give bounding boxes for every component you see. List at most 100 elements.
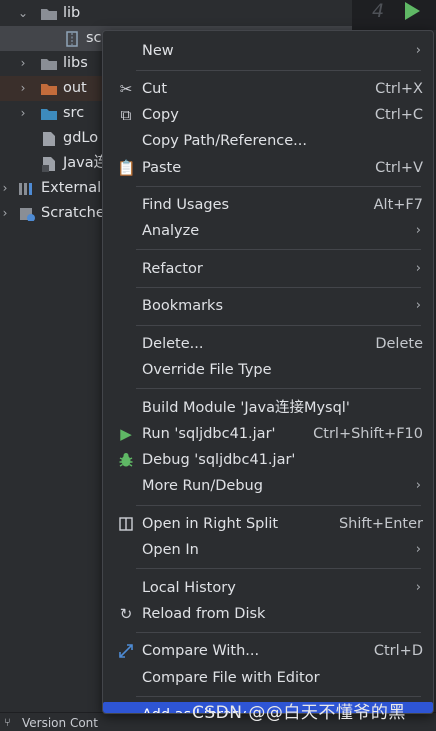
menu-item-label: Copy — [142, 107, 179, 123]
menu-item-label: Bookmarks — [142, 298, 224, 314]
chevron-right-icon[interactable]: › — [16, 51, 30, 76]
chevron-right-icon[interactable]: › — [0, 176, 12, 201]
version-control-label[interactable]: Version Cont — [22, 716, 98, 730]
menu-separator — [136, 325, 421, 326]
menu-item-label: Debug 'sqljdbc41.jar' — [142, 452, 296, 468]
chevron-right-icon: › — [415, 580, 421, 595]
menu-item-label: Delete... — [142, 336, 204, 352]
menu-item-label: Open In — [142, 542, 199, 558]
tab-count: 4 — [372, 0, 385, 22]
reload-icon: ↻ — [119, 605, 133, 623]
menu-item-label: Refactor — [142, 261, 203, 277]
folder-icon — [41, 59, 57, 70]
menu-item-label: Paste — [142, 160, 182, 176]
menu-item-refactor[interactable]: Refactor › — [107, 256, 429, 282]
menu-item-open-right-split[interactable]: Open in Right Split Shift+Enter — [107, 511, 429, 537]
clipboard-icon: 📋 — [117, 159, 136, 177]
chevron-right-icon: › — [415, 261, 421, 276]
chevron-right-icon: › — [415, 298, 421, 313]
menu-item-shortcut: Ctrl+D — [373, 643, 423, 659]
menu-separator — [136, 632, 421, 633]
folder-icon — [41, 9, 57, 20]
menu-item-label: Run 'sqljdbc41.jar' — [142, 426, 276, 442]
split-icon — [117, 511, 135, 539]
menu-item-delete[interactable]: Delete... Delete — [107, 331, 429, 357]
menu-item-shortcut: Ctrl+Shift+F10 — [313, 426, 423, 442]
menu-item-label: New — [142, 43, 174, 59]
menu-item-copy-path[interactable]: Copy Path/Reference... — [107, 128, 429, 154]
menu-item-label: Override File Type — [142, 362, 272, 378]
library-icon — [19, 183, 32, 195]
menu-item-analyze[interactable]: Analyze › — [107, 218, 429, 244]
chevron-right-icon: › — [415, 43, 421, 58]
chevron-right-icon[interactable]: › — [0, 201, 12, 226]
menu-item-build-module[interactable]: Build Module 'Java连接Mysql' — [107, 395, 429, 421]
version-control-icon[interactable]: ⑂ — [4, 716, 11, 729]
menu-item-label: Compare File with Editor — [142, 670, 320, 686]
chevron-right-icon[interactable]: › — [16, 76, 30, 101]
menu-item-compare-with[interactable]: Compare With... Ctrl+D — [107, 638, 429, 664]
jar-file-icon — [66, 31, 78, 47]
menu-item-shortcut: Alt+F7 — [373, 197, 423, 213]
compare-icon — [117, 638, 135, 667]
menu-item-cut[interactable]: ✂ Cut Ctrl+X — [107, 76, 429, 102]
menu-item-label: More Run/Debug — [142, 478, 263, 494]
menu-item-local-history[interactable]: Local History › — [107, 575, 429, 601]
menu-item-more-run-debug[interactable]: More Run/Debug › — [107, 473, 429, 499]
menu-item-shortcut: Ctrl+C — [374, 107, 423, 123]
bug-icon — [117, 447, 135, 476]
menu-item-label: Reload from Disk — [142, 606, 266, 622]
menu-separator — [136, 249, 421, 250]
source-folder-icon — [41, 109, 57, 120]
tree-item-label: src — [63, 105, 85, 121]
menu-item-copy[interactable]: ⧉ Copy Ctrl+C — [107, 102, 429, 128]
menu-item-label: Copy Path/Reference... — [142, 133, 307, 149]
scissors-icon: ✂ — [119, 80, 133, 98]
chevron-right-icon[interactable]: › — [16, 101, 30, 126]
tree-item-label: out — [63, 80, 87, 96]
menu-item-shortcut: Ctrl+V — [375, 160, 423, 176]
menu-item-label: Local History — [142, 580, 236, 596]
excluded-folder-icon — [41, 84, 57, 95]
menu-separator — [136, 505, 421, 506]
chevron-down-icon[interactable]: ⌄ — [16, 1, 30, 26]
tree-item-label: Scratche — [41, 205, 105, 221]
chevron-right-icon: › — [415, 223, 421, 238]
tree-item-label: External — [41, 180, 102, 196]
play-icon: ▶ — [120, 425, 132, 443]
menu-item-bookmarks[interactable]: Bookmarks › — [107, 293, 429, 319]
menu-item-find-usages[interactable]: Find Usages Alt+F7 — [107, 192, 429, 218]
chevron-right-icon: › — [415, 478, 421, 493]
menu-separator — [136, 568, 421, 569]
file-icon — [43, 132, 55, 146]
menu-item-debug[interactable]: Debug 'sqljdbc41.jar' — [107, 447, 429, 473]
menu-item-run[interactable]: ▶ Run 'sqljdbc41.jar' Ctrl+Shift+F10 — [107, 421, 429, 447]
copy-icon: ⧉ — [120, 106, 132, 124]
menu-separator — [136, 388, 421, 389]
tree-item-label: sc — [86, 30, 102, 46]
tree-item-label: lib — [63, 5, 81, 21]
watermark: CSDN @@白天不懂爷的黑 — [192, 703, 406, 723]
menu-separator — [136, 70, 421, 71]
menu-item-compare-with-editor[interactable]: Compare File with Editor — [107, 665, 429, 691]
menu-item-label: Find Usages — [142, 197, 230, 213]
editor-area — [352, 0, 436, 30]
menu-item-label: Build Module 'Java连接Mysql' — [142, 400, 350, 416]
module-file-icon — [42, 157, 55, 172]
menu-item-paste[interactable]: 📋 Paste Ctrl+V — [107, 155, 429, 181]
menu-item-reload-from-disk[interactable]: ↻ Reload from Disk — [107, 601, 429, 627]
menu-item-override-file-type[interactable]: Override File Type — [107, 357, 429, 383]
menu-separator — [136, 186, 421, 187]
menu-item-shortcut: Ctrl+X — [375, 81, 423, 97]
menu-item-shortcut: Delete — [375, 336, 423, 352]
context-menu: New › ✂ Cut Ctrl+X ⧉ Copy Ctrl+C Copy Pa… — [102, 30, 434, 714]
run-icon[interactable] — [405, 2, 420, 20]
menu-separator — [136, 287, 421, 288]
menu-item-open-in[interactable]: Open In › — [107, 537, 429, 563]
menu-item-new[interactable]: New › — [107, 38, 429, 64]
scratches-icon — [20, 208, 35, 221]
menu-item-label: Compare With... — [142, 643, 260, 659]
tree-item-label: libs — [63, 55, 88, 71]
tree-item-label: gdLo — [63, 130, 99, 146]
menu-item-label: Analyze — [142, 223, 200, 239]
